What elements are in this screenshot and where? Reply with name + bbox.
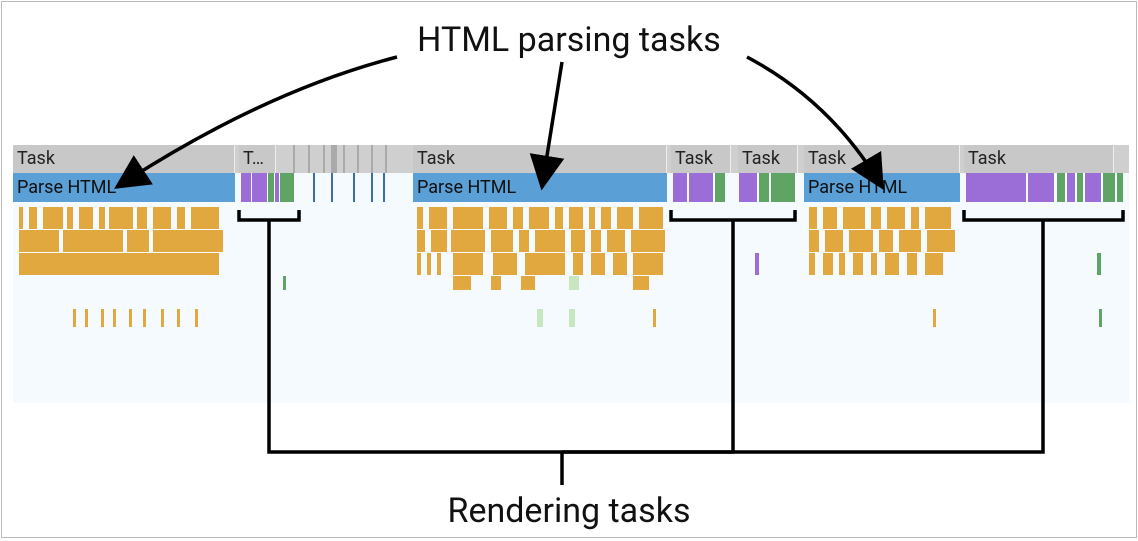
flame-row (13, 207, 1129, 229)
render-slice (673, 173, 687, 202)
flame-row (13, 253, 1129, 275)
diagram-frame: HTML parsing tasks Task T… Task Task Tas… (1, 1, 1137, 538)
render-slice (759, 173, 769, 202)
task-block: T… (239, 145, 276, 173)
render-slice (1085, 173, 1101, 202)
flame-row (13, 230, 1129, 252)
render-slice (1067, 173, 1075, 202)
annotation-top-label: HTML parsing tasks (417, 20, 721, 60)
render-slice (771, 173, 795, 202)
render-slice (715, 173, 725, 202)
parse-html-block: Parse HTML (13, 173, 235, 202)
parse-html-block: Parse HTML (804, 173, 960, 202)
render-slice (966, 173, 1026, 202)
render-slice (280, 173, 294, 202)
flame-row (13, 309, 1129, 327)
task-row: Task T… Task Task Task Task Task (13, 145, 1129, 173)
render-slice (371, 173, 373, 202)
profiler-panel: Task T… Task Task Task Task Task Parse H… (13, 145, 1129, 403)
render-slice (353, 173, 355, 202)
render-slice (689, 173, 713, 202)
task-block: Task (13, 145, 235, 173)
render-slice (331, 173, 333, 202)
render-slice (1117, 173, 1123, 202)
render-slice (241, 173, 251, 202)
render-slice (1057, 173, 1065, 202)
render-slice (313, 173, 315, 202)
render-slice (1028, 173, 1054, 202)
annotation-bottom-label: Rendering tasks (448, 491, 691, 531)
render-slice (1077, 173, 1083, 202)
render-slice (252, 173, 267, 202)
parse-row: Parse HTML Parse HTML Parse HTML (13, 173, 1129, 202)
render-slice (275, 173, 279, 202)
flame-row (13, 276, 1129, 290)
task-block: Task (671, 145, 731, 173)
render-slice (739, 173, 757, 202)
task-block: Task (738, 145, 798, 173)
render-slice (268, 173, 274, 202)
task-block: Task (413, 145, 667, 173)
task-block: Task (804, 145, 960, 173)
task-block: Task (964, 145, 1114, 173)
parse-html-block: Parse HTML (413, 173, 667, 202)
render-slice (1103, 173, 1115, 202)
render-slice (383, 173, 385, 202)
